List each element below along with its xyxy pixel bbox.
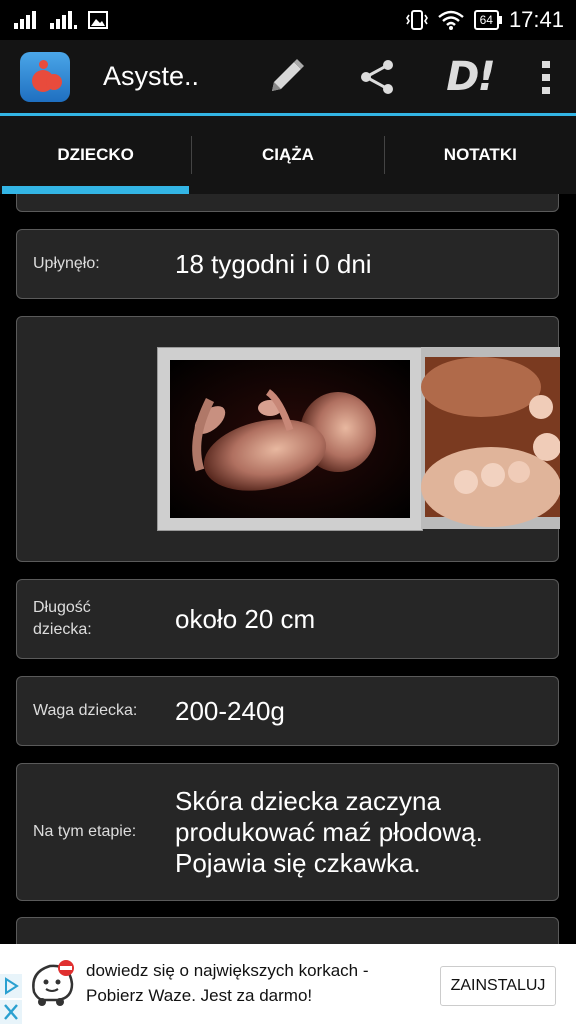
weight-value: 200-240g xyxy=(175,695,285,726)
fetus-image xyxy=(170,360,410,518)
app-logo-icon[interactable] xyxy=(20,51,70,102)
tab-dziecko[interactable]: DZIECKO xyxy=(0,116,191,194)
di-logo-icon: D! xyxy=(446,53,495,100)
elapsed-value: 18 tygodni i 0 dni xyxy=(175,248,372,279)
adchoices-icon[interactable] xyxy=(0,974,22,1024)
fetus-foot-image xyxy=(421,347,560,529)
overflow-menu-button[interactable] xyxy=(516,39,576,115)
wifi-icon xyxy=(437,10,464,30)
status-time: 17:41 xyxy=(508,7,564,32)
tab-bar: DZIECKO CIĄŻA NOTATKI xyxy=(0,116,576,194)
di-logo-button[interactable]: D! xyxy=(424,39,516,115)
card-partial-bottom xyxy=(16,917,559,944)
fetus-photo-next[interactable] xyxy=(421,347,560,529)
card-length: Długość dziecka: około 20 cm xyxy=(16,579,559,659)
card-weight: Waga dziecka: 200-240g xyxy=(16,676,559,746)
ad-text[interactable]: dowiedz się o największych korkach - Pob… xyxy=(86,958,426,1008)
elapsed-label: Upłynęło: xyxy=(33,255,100,272)
stage-value: Skóra dziecka zaczyna produkować maź pło… xyxy=(175,785,483,878)
share-button[interactable] xyxy=(332,39,424,115)
ad-banner[interactable]: dowiedz się o największych korkach - Pob… xyxy=(0,944,576,1024)
status-bar: 64 17:41 xyxy=(0,0,576,40)
length-value: około 20 cm xyxy=(175,603,316,634)
card-elapsed: Upłynęło: 18 tygodni i 0 dni xyxy=(16,229,559,299)
more-vert-icon xyxy=(542,60,550,94)
tab-ciaza[interactable]: CIĄŻA xyxy=(192,116,383,194)
card-stage: Na tym etapie: Skóra dziecka zaczyna pro… xyxy=(16,763,559,901)
edit-button[interactable] xyxy=(240,39,332,115)
image-notification-icon xyxy=(88,11,108,29)
stage-label: Na tym etapie: xyxy=(33,823,137,840)
weight-label: Waga dziecka: xyxy=(33,702,138,719)
card-partial-top xyxy=(16,194,559,212)
length-label: Długość dziecka: xyxy=(33,599,92,638)
fetus-gallery[interactable] xyxy=(16,316,560,562)
waze-icon xyxy=(32,960,74,1006)
signal-icon xyxy=(14,11,36,29)
install-button[interactable]: ZAINSTALUJ xyxy=(440,966,556,1006)
battery-indicator: 64 xyxy=(473,10,503,30)
tab-notatki[interactable]: NOTATKI xyxy=(385,116,576,194)
vibrate-icon xyxy=(405,10,428,30)
content-scroll[interactable]: Upłynęło: 18 tygodni i 0 dni Długość dzi… xyxy=(0,194,576,944)
share-icon xyxy=(361,59,393,94)
app-title: Asyste.. xyxy=(103,61,200,91)
fetus-photo[interactable] xyxy=(157,347,423,531)
signal-icon xyxy=(50,11,77,29)
app-bar: Asyste.. D! xyxy=(0,40,576,116)
pencil-icon xyxy=(272,58,304,91)
